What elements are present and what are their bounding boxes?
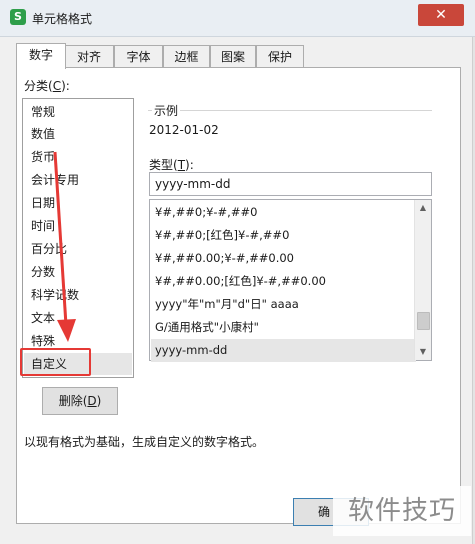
tab-border[interactable]: 边框 <box>163 45 210 68</box>
format-list[interactable]: ¥#,##0;¥-#,##0 ¥#,##0;[红色]¥-#,##0 ¥#,##0… <box>149 199 432 362</box>
dialog-titlebar: S 单元格格式 ✕ <box>0 0 475 37</box>
sample-value: 2012-01-02 <box>149 123 219 137</box>
category-item-number[interactable]: 数值 <box>24 123 132 145</box>
tab-protection[interactable]: 保护 <box>256 45 304 68</box>
category-item-time[interactable]: 时间 <box>24 215 132 237</box>
type-input[interactable]: yyyy-mm-dd <box>149 172 432 196</box>
scroll-up-arrow-icon[interactable]: ▲ <box>415 200 431 216</box>
tab-pattern[interactable]: 图案 <box>210 45 256 68</box>
format-list-scrollbar[interactable]: ▲ ▼ <box>414 200 431 360</box>
format-item-selected[interactable]: yyyy-mm-dd <box>151 339 416 362</box>
type-label: 类型(T): <box>149 158 194 172</box>
format-item[interactable]: ¥#,##0.00;¥-#,##0.00 <box>151 247 416 270</box>
category-item-fraction[interactable]: 分数 <box>24 261 132 283</box>
scroll-thumb[interactable] <box>417 312 430 330</box>
category-list[interactable]: 常规 数值 货币 会计专用 日期 时间 百分比 分数 科学记数 文本 特殊 自定… <box>22 98 134 378</box>
category-item-accounting[interactable]: 会计专用 <box>24 169 132 191</box>
category-item-date[interactable]: 日期 <box>24 192 132 214</box>
category-item-currency[interactable]: 货币 <box>24 146 132 168</box>
annotation-highlight-box <box>20 348 91 376</box>
delete-button[interactable]: 删除(D) <box>42 387 118 415</box>
close-button[interactable]: ✕ <box>418 4 464 26</box>
tab-number[interactable]: 数字 <box>16 43 66 69</box>
category-item-general[interactable]: 常规 <box>24 101 132 123</box>
category-item-scientific[interactable]: 科学记数 <box>24 284 132 306</box>
category-item-text[interactable]: 文本 <box>24 307 132 329</box>
category-label: 分类(C): <box>24 79 70 93</box>
format-item[interactable]: ¥#,##0.00;[红色]¥-#,##0.00 <box>151 270 416 293</box>
tab-alignment[interactable]: 对齐 <box>64 45 114 68</box>
scroll-down-arrow-icon[interactable]: ▼ <box>415 344 431 360</box>
sample-label: 示例 <box>152 102 181 119</box>
wps-spreadsheet-icon: S <box>10 9 26 25</box>
format-item[interactable]: ¥#,##0;[红色]¥-#,##0 <box>151 224 416 247</box>
dialog-title: 单元格格式 <box>32 12 93 26</box>
format-item[interactable]: ¥#,##0;¥-#,##0 <box>151 201 416 224</box>
format-item[interactable]: yyyy"年"m"月"d"日" aaaa <box>151 293 416 316</box>
category-item-percentage[interactable]: 百分比 <box>24 238 132 260</box>
format-item[interactable]: G/通用格式"小康村" <box>151 316 416 339</box>
watermark-text: 软件技巧 <box>333 486 471 536</box>
tab-font[interactable]: 字体 <box>114 45 163 68</box>
description-text: 以现有格式为基础，生成自定义的数字格式。 <box>24 435 265 449</box>
